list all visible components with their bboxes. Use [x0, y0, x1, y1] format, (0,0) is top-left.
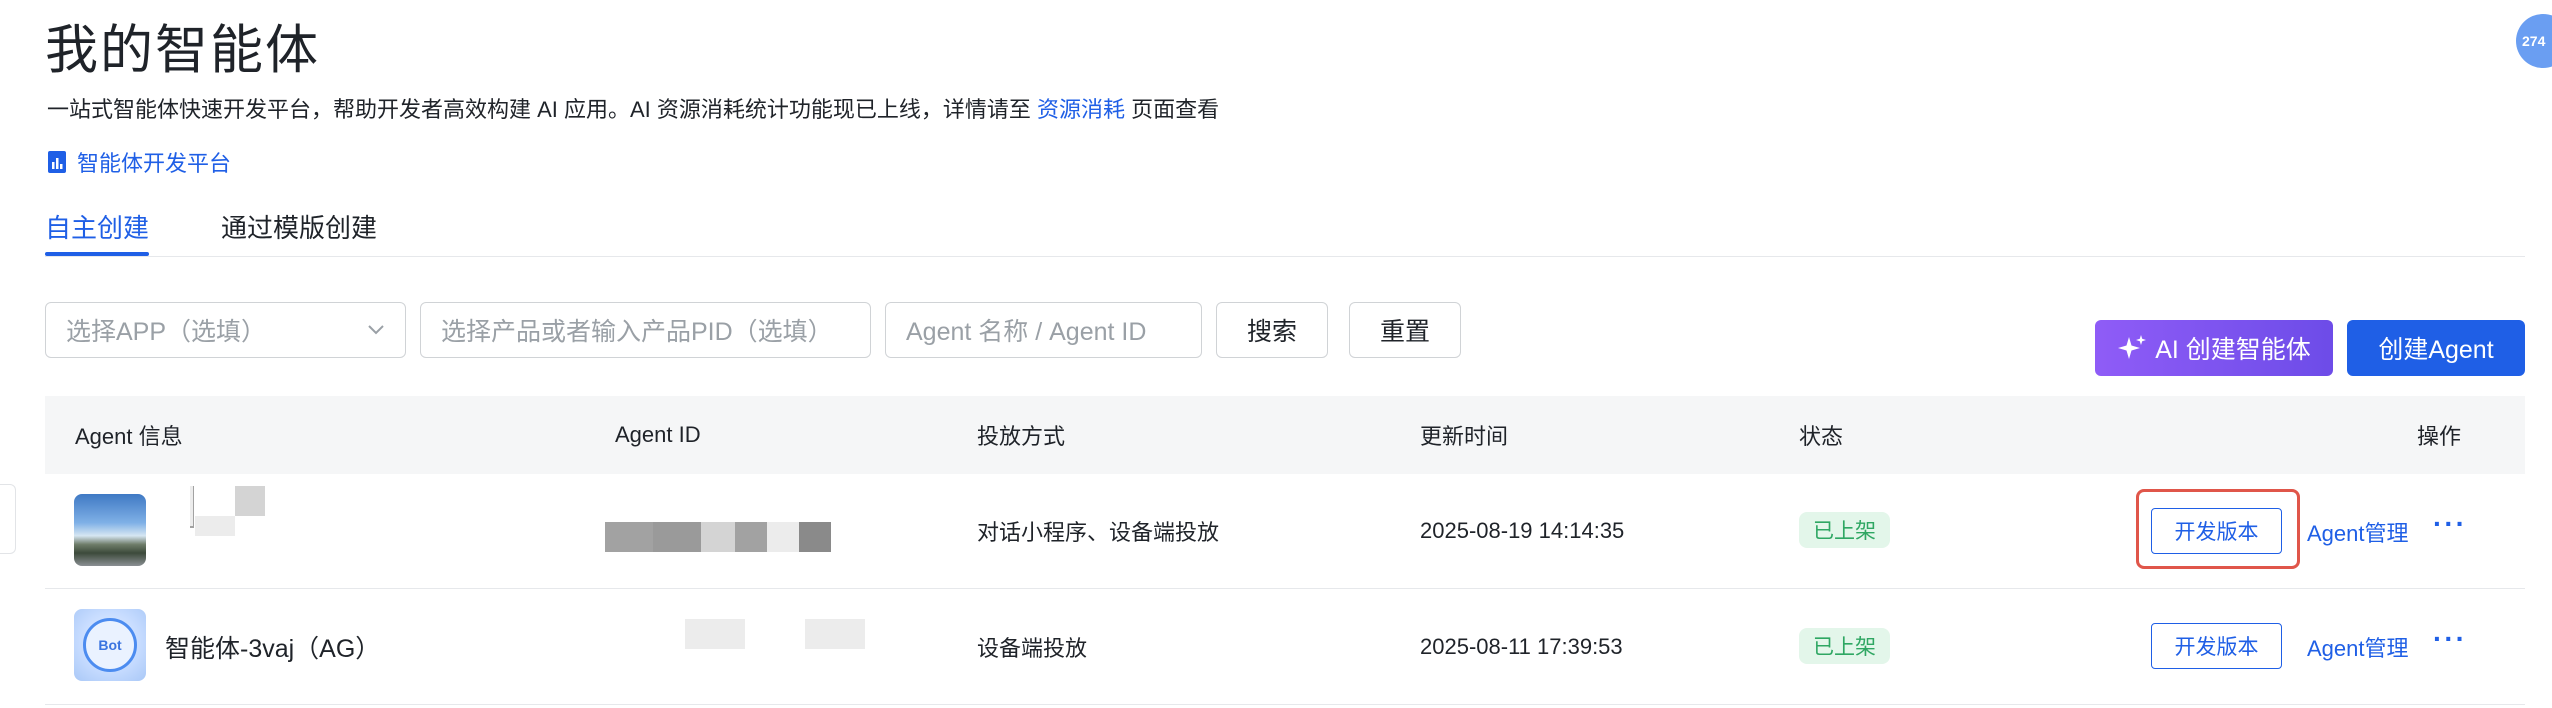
- app-select[interactable]: 选择APP（选填）: [45, 302, 406, 358]
- page-description-prefix: 一站式智能体快速开发平台，帮助开发者高效构建 AI 应用。AI 资源消耗统计功能…: [47, 97, 1038, 122]
- page-description-suffix: 页面查看: [1125, 97, 1220, 122]
- agent-id-redacted: [685, 619, 865, 649]
- dev-platform-link-label: 智能体开发平台: [77, 151, 232, 176]
- agent-search-input[interactable]: Agent 名称 / Agent ID: [885, 302, 1202, 358]
- column-header-agent-id: Agent ID: [615, 422, 701, 447]
- ai-create-agent-button[interactable]: AI 创建智能体: [2095, 320, 2333, 376]
- table-row: Bot 智能体-3vaj（AG） 设备端投放 2025-08-11 17:39:…: [45, 589, 2525, 704]
- reset-button[interactable]: 重置: [1349, 302, 1461, 358]
- product-pid-placeholder: 选择产品或者输入产品PID（选填）: [441, 318, 833, 346]
- dev-platform-link[interactable]: 智能体开发平台: [47, 146, 231, 178]
- dev-version-button[interactable]: 开发版本: [2151, 623, 2282, 669]
- page-title: 我的智能体: [45, 21, 320, 80]
- tab-template-create[interactable]: 通过模版创建: [221, 208, 377, 256]
- agent-avatar: [74, 494, 146, 566]
- column-header-status: 状态: [1799, 424, 1844, 449]
- column-header-updated-time: 更新时间: [1420, 424, 1509, 449]
- more-actions-icon[interactable]: ···: [2433, 623, 2467, 655]
- chevron-down-icon: [368, 325, 384, 335]
- updated-time: 2025-08-19 14:14:35: [1420, 518, 1625, 543]
- notification-bubble[interactable]: 274: [2516, 14, 2552, 68]
- agent-name: 智能体-3vaj（AG）: [165, 634, 381, 663]
- sparkle-icon: [2118, 335, 2147, 359]
- app-select-placeholder: 选择APP（选填）: [66, 318, 267, 346]
- agent-avatar: Bot: [74, 609, 146, 681]
- agent-manage-link[interactable]: Agent管理: [2307, 631, 2409, 663]
- more-actions-icon[interactable]: ···: [2433, 508, 2467, 540]
- ai-create-agent-label: AI 创建智能体: [2155, 336, 2311, 364]
- row-divider: [45, 704, 2525, 705]
- delivery-method: 对话小程序、设备端投放: [977, 520, 1220, 545]
- table-row: 对话小程序、设备端投放 2025-08-19 14:14:35 已上架 开发版本…: [45, 474, 2525, 588]
- agent-id-redacted: [605, 522, 877, 552]
- column-header-delivery: 投放方式: [977, 424, 1066, 449]
- tab-self-create[interactable]: 自主创建: [45, 208, 150, 256]
- agent-manage-link[interactable]: Agent管理: [2307, 516, 2409, 548]
- status-badge: 已上架: [1799, 512, 1890, 548]
- resource-consumption-link[interactable]: 资源消耗: [1037, 97, 1125, 122]
- tabs-divider: [45, 256, 2525, 257]
- search-button[interactable]: 搜索: [1216, 302, 1328, 358]
- table-header: [45, 396, 2525, 474]
- create-agent-button[interactable]: 创建Agent: [2347, 320, 2525, 376]
- delivery-method: 设备端投放: [977, 635, 1088, 661]
- column-header-agent-info: Agent 信息: [75, 424, 183, 449]
- status-badge: 已上架: [1799, 628, 1890, 664]
- dev-version-button[interactable]: 开发版本: [2151, 508, 2282, 554]
- page-description: 一站式智能体快速开发平台，帮助开发者高效构建 AI 应用。AI 资源消耗统计功能…: [47, 92, 1219, 124]
- agent-search-placeholder: Agent 名称 / Agent ID: [906, 318, 1147, 346]
- column-header-operations: 操作: [2417, 424, 2462, 449]
- bot-icon: Bot: [83, 618, 137, 672]
- updated-time: 2025-08-11 17:39:53: [1420, 633, 1623, 659]
- document-chart-icon: [48, 151, 66, 173]
- side-panel-handle[interactable]: [0, 484, 16, 554]
- product-pid-input[interactable]: 选择产品或者输入产品PID（选填）: [420, 302, 871, 358]
